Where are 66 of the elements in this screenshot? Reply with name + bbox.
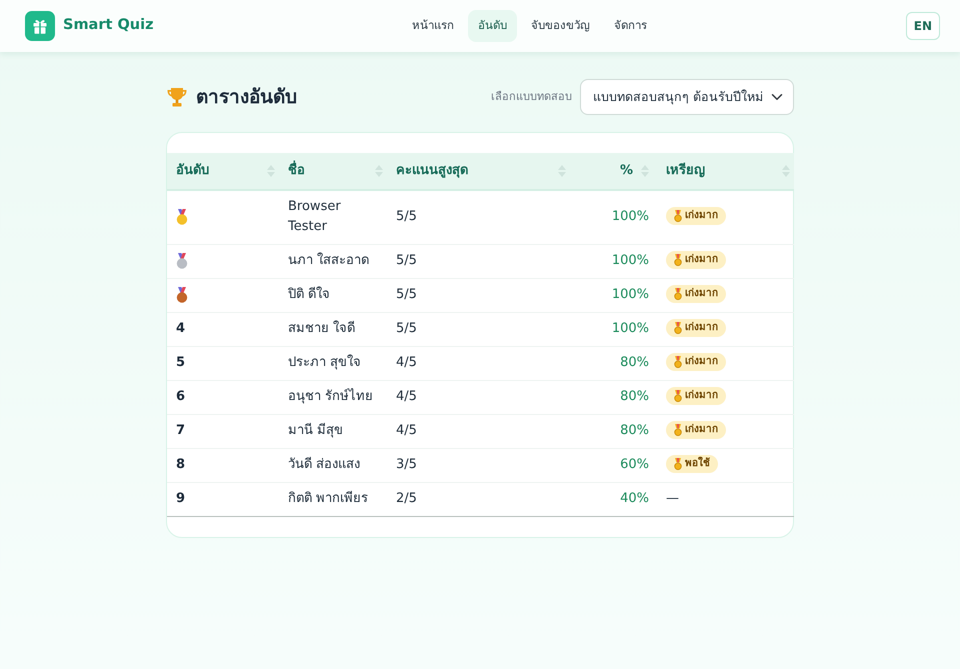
no-award-text: — [666, 491, 679, 506]
score-text: 2/5 [387, 482, 570, 516]
award-badge: พอใช้ [666, 455, 718, 474]
percent-text: 100% [612, 253, 649, 268]
award-badge: เก่งมาก [666, 387, 726, 406]
medal-icon [674, 210, 682, 222]
rank-number: 9 [176, 491, 186, 506]
percent-text: 60% [620, 457, 649, 472]
score-text: 4/5 [387, 414, 570, 448]
award-badge: เก่งมาก [666, 319, 726, 338]
award-badge: เก่งมาก [666, 251, 726, 270]
score-text: 3/5 [387, 448, 570, 482]
percent-text: 80% [620, 389, 649, 404]
score-text: 5/5 [387, 312, 570, 346]
award-badge: เก่งมาก [666, 207, 726, 226]
rank-number: 7 [176, 423, 186, 438]
page-title: ตารางอันดับ [196, 84, 297, 110]
percent-text: 40% [620, 491, 649, 506]
medal-icon [674, 424, 682, 436]
medal-icon [674, 458, 682, 470]
percent-text: 100% [612, 321, 649, 336]
player-name: วันดี ส่องแสง [279, 448, 387, 482]
award-badge: เก่งมาก [666, 285, 726, 304]
column-header[interactable]: % [570, 153, 657, 190]
medal-icon [674, 254, 682, 266]
nav-link[interactable]: จับของขวัญ [521, 10, 600, 42]
score-text: 4/5 [387, 346, 570, 380]
percent-text: 100% [612, 287, 649, 302]
award-badge: เก่งมาก [666, 353, 726, 372]
quiz-select[interactable]: แบบทดสอบสนุกๆ ต้อนรับปีใหม่ [580, 79, 794, 115]
medal-icon [674, 356, 682, 368]
score-text: 4/5 [387, 380, 570, 414]
rank-number: 6 [176, 389, 186, 404]
player-name: อนุชา รักษ์ไทย [279, 380, 387, 414]
player-name: ประภา สุขใจ [279, 346, 387, 380]
column-header[interactable]: อันดับ [167, 153, 279, 190]
player-name: นภา ใสสะอาด [279, 244, 387, 278]
score-text: 5/5 [387, 190, 570, 244]
percent-text: 80% [620, 423, 649, 438]
score-text: 5/5 [387, 244, 570, 278]
column-header[interactable]: คะแนนสูงสุด [387, 153, 570, 190]
medal-icon [674, 322, 682, 334]
player-name: กิตติ พากเพียร [279, 482, 387, 516]
column-header[interactable]: เหรียญ [657, 153, 794, 190]
rank-number: 4 [176, 321, 186, 336]
rank-number: 5 [176, 355, 186, 370]
column-header[interactable]: ชื่อ [279, 153, 387, 190]
percent-text: 100% [612, 209, 649, 224]
player-name: สมชาย ใจดี [279, 312, 387, 346]
language-button[interactable]: EN [906, 12, 940, 40]
nav-link[interactable]: หน้าแรก [402, 10, 464, 42]
player-name: Browser Tester [279, 190, 387, 244]
nav-link[interactable]: อันดับ [468, 10, 518, 42]
rank-number: 8 [176, 457, 186, 472]
gift-logo-icon [25, 11, 55, 41]
award-badge: เก่งมาก [666, 421, 726, 440]
player-name: ปิติ ดีใจ [279, 278, 387, 312]
percent-text: 80% [620, 355, 649, 370]
select-label: เลือกแบบทดสอบ [491, 88, 572, 105]
brand-name[interactable]: Smart Quiz [63, 15, 154, 37]
medal-icon [674, 390, 682, 402]
nav-link[interactable]: จัดการ [604, 10, 658, 42]
player-name: มานี มีสุข [279, 414, 387, 448]
trophy-icon [166, 87, 188, 107]
medal-icon [674, 288, 682, 300]
score-text: 5/5 [387, 278, 570, 312]
